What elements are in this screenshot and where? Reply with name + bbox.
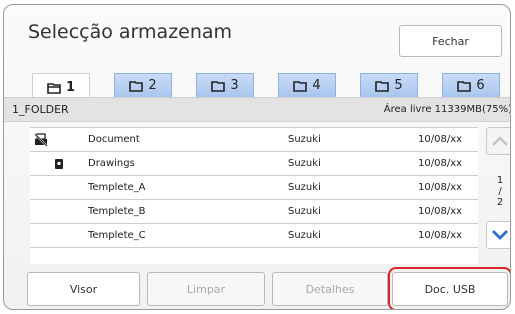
file-owner: Suzuki [288,134,321,145]
file-name: Templete_A [88,182,146,193]
tab-folder-5[interactable]: 5 [360,73,418,97]
chevron-down-icon [492,230,508,240]
folder-info-bar: 1_FOLDER Área livre 11339MB(75%) [4,97,511,122]
tab-folder-3[interactable]: 3 [196,73,254,97]
file-date: 10/08/xx [418,206,463,217]
tab-label: 2 [148,78,157,93]
folder-icon [375,80,390,92]
file-name: Templete_C [88,230,146,241]
file-owner: Suzuki [288,158,321,169]
tab-label: 5 [394,78,403,93]
file-owner: Suzuki [288,230,321,241]
tab-label: 6 [476,78,485,93]
tab-label: 4 [312,78,321,93]
file-name: Document [88,134,140,145]
page-total: 2 [496,197,504,208]
file-name: Drawings [88,158,135,169]
tab-folder-6[interactable]: 6 [442,73,500,97]
file-date: 10/08/xx [418,182,463,193]
list-item[interactable]: Drawings Suzuki 10/08/xx [30,152,478,176]
tab-folder-4[interactable]: 4 [278,73,336,97]
tab-label: 1 [65,80,76,95]
limpar-button[interactable]: Limpar [147,272,265,306]
list-item[interactable]: Templete_C Suzuki 10/08/xx [30,224,478,248]
file-list: Document Suzuki 10/08/xx Drawings Suzuki… [30,127,478,264]
file-name: Templete_B [88,206,146,217]
folder-tabs: 1 2 3 4 5 6 [32,73,502,101]
folder-icon [211,80,226,92]
lock-icon [55,159,63,169]
file-date: 10/08/xx [418,158,463,169]
page-separator: / [498,186,502,197]
no-print-icon [34,133,48,147]
file-owner: Suzuki [288,206,321,217]
tab-folder-2[interactable]: 2 [114,73,172,97]
page-current: 1 [496,175,504,186]
list-item[interactable]: Templete_B Suzuki 10/08/xx [30,200,478,224]
close-button[interactable]: Fechar [399,25,502,57]
file-date: 10/08/xx [418,230,463,241]
page-indicator: 1 / 2 [490,175,510,208]
folder-icon [129,80,144,92]
chevron-up-icon [492,136,508,146]
list-item[interactable]: Document Suzuki 10/08/xx [30,128,478,152]
folder-name: 1_FOLDER [12,103,69,116]
highlight-frame [388,267,510,309]
storage-selection-dialog: Selecção armazenam Fechar 1 2 3 4 5 6 1_… [3,4,511,310]
visor-button[interactable]: Visor [27,272,140,306]
dialog-title: Selecção armazenam [28,21,233,43]
list-item[interactable]: Templete_A Suzuki 10/08/xx [30,176,478,200]
detalhes-button[interactable]: Detalhes [272,272,388,306]
folder-icon [457,80,472,92]
tab-label: 3 [230,78,239,93]
scroll-up-button[interactable] [486,127,510,155]
folder-icon [293,80,308,92]
scroll-down-button[interactable] [486,221,510,249]
folder-open-icon [47,82,61,94]
file-date: 10/08/xx [418,134,463,145]
file-owner: Suzuki [288,182,321,193]
free-space-indicator: Área livre 11339MB(75%) [383,104,511,115]
